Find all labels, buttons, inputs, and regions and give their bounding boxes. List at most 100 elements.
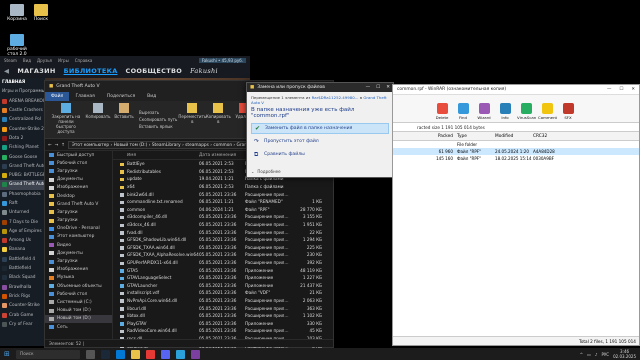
winrar-sfx-button[interactable]: SFX bbox=[559, 103, 577, 120]
close-icon[interactable]: ✕ bbox=[631, 87, 635, 92]
replace-option[interactable]: ✔ Заменить файл в папке назначения bbox=[251, 123, 389, 134]
steam-menu-item[interactable]: Вид bbox=[23, 58, 31, 63]
nav-item[interactable]: Desktop bbox=[45, 192, 112, 200]
desktop-icon[interactable]: Поиск bbox=[28, 4, 54, 22]
copy-to-button[interactable]: Копировать в bbox=[206, 103, 231, 136]
close-icon[interactable]: ✕ bbox=[386, 85, 390, 90]
nav-item[interactable]: Новый том (D:) bbox=[45, 314, 112, 323]
file-row[interactable]: libcurl.dll 05.05.2021 23:36 Расширение пр… bbox=[113, 304, 333, 312]
nav-item[interactable]: Видео bbox=[45, 241, 112, 249]
col-date[interactable]: Дата изменения bbox=[199, 153, 245, 158]
pin-button[interactable]: Закрепить на панели быстрого доступа bbox=[49, 103, 83, 136]
game-list-item[interactable]: Goose Goose bbox=[0, 152, 45, 161]
winrar-virusscan-button[interactable]: VirusScan bbox=[517, 103, 536, 120]
nav-item[interactable]: Загрузки bbox=[45, 167, 112, 175]
forward-arrow-icon[interactable]: → bbox=[55, 143, 59, 148]
col-type[interactable]: Type bbox=[455, 134, 495, 139]
nav-item[interactable]: Рабочий стол bbox=[45, 159, 112, 167]
nav-item[interactable]: Изображения bbox=[45, 266, 112, 274]
nav-item[interactable]: Загрузки bbox=[45, 217, 112, 225]
chevron-up-icon[interactable]: ^ bbox=[580, 352, 583, 357]
game-list-item[interactable]: Counter-Strike 2 bbox=[0, 124, 45, 133]
col-packed[interactable]: Packed bbox=[433, 134, 455, 139]
clock[interactable]: 3:46 02.03.2025 bbox=[613, 349, 636, 359]
game-list-item[interactable]: Centralized Pol bbox=[0, 115, 45, 124]
game-list-item[interactable]: Counter-Strike bbox=[0, 301, 45, 310]
game-list-item[interactable]: Age of Empires bbox=[0, 227, 45, 236]
yandex-icon[interactable] bbox=[146, 349, 155, 359]
nav-item[interactable]: Рабочий стол bbox=[45, 290, 112, 298]
language-indicator[interactable]: РУС bbox=[601, 352, 609, 357]
library-filter[interactable]: Игры и Программы bbox=[0, 87, 45, 96]
file-row[interactable]: x64 06.05.2021 2:53 Папка с файлами bbox=[113, 183, 333, 191]
file-row[interactable]: PlayGTAV 05.05.2021 23:36 Приложение 330 КБ bbox=[113, 319, 333, 327]
game-list-item[interactable]: Battlefield 4 bbox=[0, 255, 45, 264]
copy-button[interactable]: Копировать bbox=[86, 103, 111, 136]
discord-icon[interactable] bbox=[161, 349, 170, 359]
winrar-delete-button[interactable]: Delete bbox=[433, 103, 451, 120]
compare-option[interactable]: ⧉ Сравнить файлы bbox=[251, 149, 389, 160]
minimize-icon[interactable]: — bbox=[607, 87, 611, 92]
file-row[interactable]: GFSDK_TXAA_AlphaResolve.win64.dll 05.05.2… bbox=[113, 251, 333, 259]
nav-item[interactable]: OneDrive - Personal bbox=[45, 225, 112, 233]
col-name[interactable]: Имя bbox=[113, 153, 199, 158]
nav-item[interactable]: Музыка bbox=[45, 274, 112, 282]
nav-item[interactable]: Загрузки bbox=[45, 208, 112, 216]
nav-item[interactable]: Загрузки bbox=[45, 257, 112, 265]
desktop-icon[interactable]: Корзина bbox=[4, 4, 30, 22]
steam-menu-item[interactable]: Справка bbox=[75, 58, 93, 63]
tab-file[interactable]: Файл bbox=[45, 91, 70, 101]
file-row[interactable]: installscript.vdf 05.05.2021 23:36 Файл "V… bbox=[113, 289, 333, 297]
move-to-button[interactable]: Переместить в bbox=[178, 103, 206, 136]
edge-icon[interactable] bbox=[116, 349, 125, 359]
archive-row[interactable]: 145 160 Файл "RPF" 18.02.2025 15:14 0030A9B… bbox=[393, 155, 639, 162]
file-row[interactable]: GTAVLauncher 05.05.2021 23:36 Приложение 21… bbox=[113, 282, 333, 290]
paste-shortcut-button[interactable]: Вставить ярлык bbox=[139, 124, 177, 129]
library-home[interactable]: ГЛАВНАЯ bbox=[0, 78, 45, 87]
winrar-wizard-button[interactable]: Wizard bbox=[475, 103, 493, 120]
nav-item[interactable]: Быстрый доступ bbox=[45, 151, 112, 159]
tab-share[interactable]: Поделиться bbox=[101, 92, 141, 101]
back-icon[interactable]: ◀ bbox=[4, 67, 9, 75]
file-row[interactable]: libtox.dll 05.05.2021 23:36 Расширение при… bbox=[113, 312, 333, 320]
game-list-item[interactable]: Castle Crashers bbox=[0, 106, 45, 115]
file-row[interactable]: GTAVLanguageSelect 05.05.2021 23:36 Прилож… bbox=[113, 274, 333, 282]
tab-home[interactable]: Главная bbox=[69, 92, 100, 101]
game-list-item[interactable]: Grand Theft Auto bbox=[0, 162, 45, 171]
game-list-item[interactable]: Fishing Planet bbox=[0, 143, 45, 152]
winrar-comment-button[interactable]: Comment bbox=[538, 103, 557, 120]
file-row[interactable]: GFSDK_TXAA.win64.dll 05.05.2021 23:36 Расш… bbox=[113, 244, 333, 252]
game-list-item[interactable]: Raft bbox=[0, 199, 45, 208]
explorer-icon[interactable] bbox=[131, 349, 140, 359]
game-list-item[interactable]: Banana bbox=[0, 245, 45, 254]
col-modified[interactable]: Modified bbox=[495, 134, 533, 139]
volume-icon[interactable]: ♪ bbox=[595, 352, 598, 357]
file-row[interactable]: d3dcompiler_46.dll 05.05.2021 23:36 Расшир… bbox=[113, 213, 333, 221]
nav-item[interactable]: Документы bbox=[45, 176, 112, 184]
nav-item[interactable]: Этот компьютер bbox=[45, 233, 112, 241]
file-row[interactable]: NvPmApi.Core.win64.dll 05.05.2021 23:36 Ра… bbox=[113, 297, 333, 305]
paste-button[interactable]: Вставить bbox=[113, 103, 135, 136]
game-list-item[interactable]: Dota 2 bbox=[0, 134, 45, 143]
game-list-item[interactable]: Battlefield bbox=[0, 264, 45, 273]
game-list-item[interactable]: Cry of Fear bbox=[0, 320, 45, 329]
back-arrow-icon[interactable]: ← bbox=[48, 143, 52, 148]
game-list-item[interactable]: Among Us bbox=[0, 236, 45, 245]
file-row[interactable]: common 04.06.2024 1:21 Файл "RPF" 28 770 КБ bbox=[113, 206, 333, 214]
file-row[interactable]: GFSDK_ShadowLib.win64.dll 05.05.2021 23:3… bbox=[113, 236, 333, 244]
winrar-info-button[interactable]: Info bbox=[496, 103, 514, 120]
game-list-item[interactable]: Brick Rigs bbox=[0, 292, 45, 301]
game-list-item[interactable]: 7 Days to Die bbox=[0, 217, 45, 226]
more-details-toggle[interactable]: ⌄ Подробнее bbox=[251, 169, 281, 174]
maximize-icon[interactable]: ☐ bbox=[376, 85, 380, 90]
desktop-icon[interactable]: рабочий стол 2.0 bbox=[4, 34, 30, 57]
game-list-item[interactable]: ARENA BREAKOUT bbox=[0, 97, 45, 106]
skip-option[interactable]: ↷ Пропустить этот файл bbox=[251, 136, 389, 147]
archive-row[interactable]: 61 960 Файл "RPF" 24.05.2024 1:20 A4A84D28 bbox=[393, 148, 639, 155]
game-list-item[interactable]: Black Squad bbox=[0, 273, 45, 282]
nav-item[interactable]: Документы bbox=[45, 249, 112, 257]
winrar-icon[interactable] bbox=[191, 349, 200, 359]
winrar-find-button[interactable]: Find bbox=[454, 103, 472, 120]
file-row[interactable]: GPUPerfAPIDX11-x64.dll 05.05.2021 23:36 Ра… bbox=[113, 259, 333, 267]
user-wallet-badge[interactable]: Fakushi • 45,93 руб. bbox=[198, 57, 246, 63]
